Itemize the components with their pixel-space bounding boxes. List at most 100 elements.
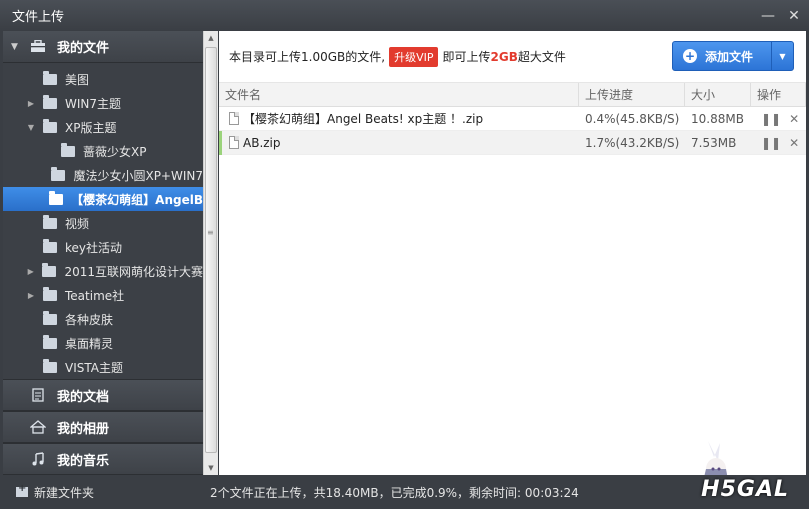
sidebar-folder-label: XP版主题 — [65, 120, 117, 135]
folder-icon — [43, 118, 57, 133]
section-my-music[interactable]: 我的音乐 — [3, 443, 203, 475]
sidebar-folder-label: Teatime社 — [65, 288, 125, 303]
new-folder-label: 新建文件夹 — [34, 485, 95, 500]
folder-icon — [43, 94, 57, 109]
notice-prefix: 本目录可上传1.00GB的文件, — [229, 50, 386, 64]
folder-icon — [51, 166, 66, 181]
plus-icon: + — [683, 49, 697, 63]
folder-icon — [43, 214, 57, 229]
file-progress: 1.7%(43.2KB/S) — [585, 135, 680, 150]
scrollbar-thumb[interactable] — [205, 47, 217, 453]
sidebar-folder-label: 桌面精灵 — [65, 336, 114, 351]
title-bar: 文件上传 — ✕ — [0, 0, 809, 31]
home-photo-icon — [29, 420, 47, 434]
sidebar-folder-label: VISTA主题 — [65, 360, 123, 375]
sidebar-folder-label: 视频 — [65, 216, 90, 231]
table-header: 文件名 上传进度 大小 操作 — [219, 83, 806, 107]
sidebar-folder-item[interactable]: 【樱茶幻萌组】AngelB — [3, 187, 203, 211]
sidebar-folder-item[interactable]: ▶ Teatime社 — [3, 283, 203, 307]
folder-icon — [43, 334, 57, 349]
sidebar-folder-item[interactable]: 各种皮肤 — [3, 307, 203, 331]
sidebar-folder-label: 各种皮肤 — [65, 312, 114, 327]
status-bar: 新建文件夹 2个文件正在上传，共18.40MB，已完成0.9%，剩余时间: 00… — [0, 475, 809, 509]
sidebar-folder-item[interactable]: ▶ WIN7主题 — [3, 91, 203, 115]
sidebar-folder-label: 美图 — [65, 72, 90, 87]
sidebar-folder-label: WIN7主题 — [65, 96, 122, 111]
file-progress: 0.4%(45.8KB/S) — [585, 111, 680, 126]
new-folder-icon — [16, 483, 28, 497]
section-my-docs[interactable]: 我的文档 — [3, 379, 203, 411]
music-note-icon — [29, 452, 47, 466]
file-size: 7.53MB — [691, 135, 737, 150]
collapsed-arrow-icon[interactable]: ▶ — [25, 99, 37, 108]
folder-tree: 美图 ▶ WIN7主题 ▼ XP版主题蔷薇少女XP 魔法少女小圆XP+WIN7 【樱茶幻萌组… — [3, 63, 203, 379]
folder-icon — [61, 142, 75, 157]
file-icon — [229, 136, 239, 149]
file-icon — [229, 112, 239, 125]
file-name: 【樱茶幻萌组】Angel Beats! xp主题 ！.zip — [243, 112, 484, 126]
sidebar-folder-item[interactable]: 魔法少女小圆XP+WIN7 — [3, 163, 203, 187]
folder-icon — [43, 358, 57, 373]
sidebar-scrollbar[interactable]: ▲ ≡ ▼ — [203, 31, 218, 475]
section-my-files-label: 我的文件 — [57, 41, 110, 56]
sidebar: ▼ 我的文件 美图 ▶ WIN7主题 ▼ XP版主题蔷薇少女XP 魔法少女小圆XP+WIN… — [3, 31, 203, 475]
site-logo: H5GAL — [701, 477, 789, 502]
file-name: AB.zip — [243, 135, 281, 150]
window-title: 文件上传 — [12, 10, 65, 25]
sidebar-folder-item[interactable]: 蔷薇少女XP — [3, 139, 203, 163]
folder-icon — [42, 262, 57, 277]
upload-summary: 2个文件正在上传，共18.40MB，已完成0.9%，剩余时间: 00:03:24 — [210, 485, 579, 500]
sidebar-folder-item[interactable]: 视频 — [3, 211, 203, 235]
col-header-filename[interactable]: 文件名 — [219, 83, 579, 106]
upload-window: 文件上传 — ✕ ▼ 我的文件 美图 ▶ WIN7主题 ▼ XP版主题蔷薇少女XP 魔法少… — [0, 0, 809, 509]
main-panel: 本目录可上传1.00GB的文件, 升级VIP 即可上传 2GB 超大文件 + 添… — [219, 31, 806, 475]
sidebar-bottom-sections: 我的文档 我的相册 我的音乐 — [3, 379, 203, 475]
pause-icon[interactable]: ❚❚ — [761, 112, 781, 126]
section-my-music-label: 我的音乐 — [57, 453, 110, 469]
add-file-button[interactable]: + 添加文件 ▼ — [672, 41, 794, 71]
document-icon — [29, 388, 47, 402]
add-file-label: 添加文件 — [705, 49, 754, 64]
folder-icon — [43, 286, 57, 301]
notice-big-size: 2GB — [490, 49, 518, 64]
scroll-grip-icon: ≡ — [207, 228, 214, 237]
close-icon[interactable]: ✕ — [783, 5, 805, 27]
new-folder-button[interactable]: 新建文件夹 — [0, 483, 210, 501]
section-my-files[interactable]: ▼ 我的文件 — [3, 31, 203, 63]
sidebar-folder-label: 蔷薇少女XP — [83, 144, 147, 159]
collapse-arrow-icon: ▼ — [11, 41, 18, 52]
sidebar-folder-item[interactable]: VISTA主题 — [3, 355, 203, 379]
notice-middle: 即可上传 — [442, 50, 491, 64]
sidebar-folder-item[interactable]: 桌面精灵 — [3, 331, 203, 355]
upgrade-vip-button[interactable]: 升级VIP — [389, 46, 439, 67]
sidebar-folder-item[interactable]: ▼ XP版主题 — [3, 115, 203, 139]
sidebar-folder-item[interactable]: key社活动 — [3, 235, 203, 259]
cancel-icon[interactable]: ✕ — [789, 112, 799, 126]
col-header-progress[interactable]: 上传进度 — [579, 83, 685, 106]
folder-icon — [43, 238, 57, 253]
collapsed-arrow-icon[interactable]: ▶ — [25, 291, 37, 300]
collapsed-arrow-icon[interactable]: ▶ — [25, 267, 36, 276]
sidebar-folder-item[interactable]: 美图 — [3, 67, 203, 91]
sidebar-folder-item[interactable]: ▶ 2011互联网萌化设计大赛 — [3, 259, 203, 283]
section-my-docs-label: 我的文档 — [57, 389, 110, 405]
folder-icon — [49, 190, 64, 205]
file-size: 10.88MB — [691, 111, 744, 126]
expanded-arrow-icon[interactable]: ▼ — [25, 123, 37, 132]
col-header-actions: 操作 — [751, 83, 806, 106]
pause-icon[interactable]: ❚❚ — [761, 136, 781, 150]
table-row[interactable]: AB.zip 1.7%(43.2KB/S) 7.53MB ❚❚ ✕ — [219, 130, 806, 155]
scroll-up-arrow-icon[interactable]: ▲ — [204, 31, 218, 45]
col-header-size[interactable]: 大小 — [685, 83, 751, 106]
folder-icon — [43, 310, 57, 325]
row-progress-marker — [219, 130, 222, 155]
section-my-albums-label: 我的相册 — [57, 421, 110, 437]
section-my-albums[interactable]: 我的相册 — [3, 411, 203, 443]
sidebar-folder-label: 魔法少女小圆XP+WIN7 — [73, 168, 203, 183]
minimize-icon[interactable]: — — [757, 5, 779, 27]
cancel-icon[interactable]: ✕ — [789, 136, 799, 150]
add-file-dropdown-chevron-icon[interactable]: ▼ — [771, 42, 793, 70]
table-row[interactable]: 【樱茶幻萌组】Angel Beats! xp主题 ！.zip 0.4%(45.8… — [219, 107, 806, 131]
folder-icon — [43, 70, 57, 85]
scroll-down-arrow-icon[interactable]: ▼ — [204, 461, 218, 475]
